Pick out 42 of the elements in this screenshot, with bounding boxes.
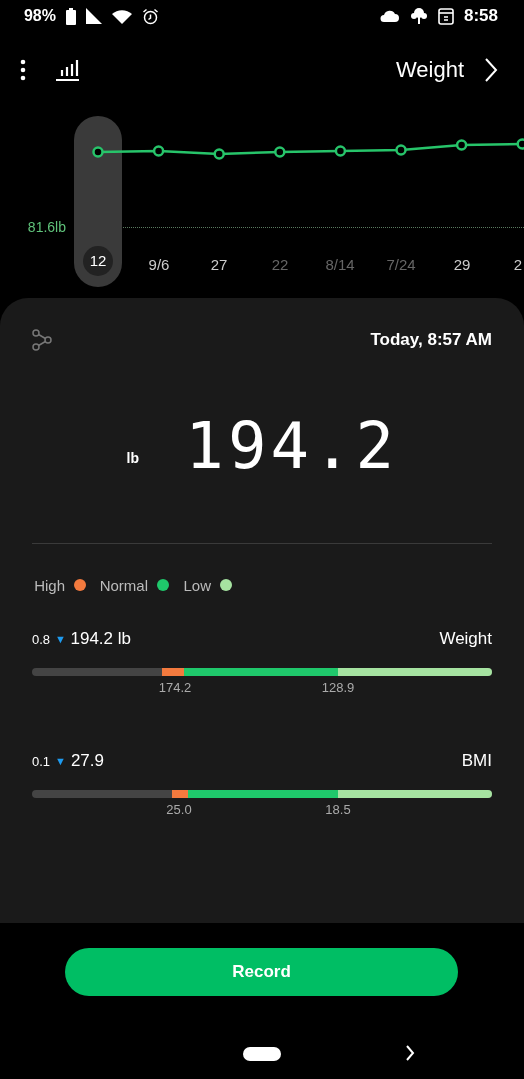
date-label[interactable]: 7/24 xyxy=(386,250,416,280)
metric-value: 27.9 xyxy=(70,751,105,771)
calendar-icon xyxy=(437,7,454,25)
metric-change: 0.8 xyxy=(32,631,51,647)
timestamp: Today, 8:57 AM xyxy=(370,330,492,350)
home-pill-icon[interactable] xyxy=(243,1047,281,1061)
unit-label: lb xyxy=(126,450,139,466)
battery-percentage: 98% xyxy=(24,7,57,25)
more-options-icon[interactable] xyxy=(20,59,26,81)
bar-chart-icon[interactable] xyxy=(56,58,80,82)
share-icon[interactable] xyxy=(32,329,52,351)
metric-name: BMI xyxy=(461,751,492,771)
threshold-label: 128.9 xyxy=(321,680,355,695)
tree-icon xyxy=(409,7,428,25)
metric-name: Weight xyxy=(439,629,492,649)
legend-label: High xyxy=(34,576,65,594)
back-icon[interactable] xyxy=(484,58,498,82)
battery-icon xyxy=(66,7,77,25)
weight-reading: 194.2 xyxy=(183,414,398,478)
date-label[interactable]: 2 xyxy=(513,250,523,280)
page-title: Weight xyxy=(395,57,464,83)
date-label[interactable]: 27 xyxy=(210,250,228,280)
metric-value: 194.2 lb xyxy=(70,629,132,649)
date-label[interactable]: 22 xyxy=(271,250,289,280)
legend-label: Low xyxy=(183,576,211,594)
threshold-label: 174.2 xyxy=(158,680,191,695)
alarm-icon xyxy=(142,7,160,25)
reference-label: 81.6lb xyxy=(27,219,66,235)
cloud-icon xyxy=(379,10,400,22)
date-label[interactable]: 9/6 xyxy=(148,250,170,280)
clock-time: 8:58 xyxy=(463,6,498,26)
date-label[interactable]: 29 xyxy=(453,250,470,280)
signal-icon xyxy=(86,8,103,24)
threshold-label: 18.5 xyxy=(325,802,351,817)
metric-change: 0.1 xyxy=(32,753,51,769)
back-icon[interactable] xyxy=(405,1045,415,1061)
legend-label: Normal xyxy=(99,576,149,594)
date-label[interactable]: 8/14 xyxy=(325,250,355,280)
trend-arrow: ▼ xyxy=(55,755,66,767)
trend-arrow: ▼ xyxy=(55,633,66,645)
threshold-label: 25.0 xyxy=(166,802,192,817)
wifi-icon xyxy=(112,8,133,24)
